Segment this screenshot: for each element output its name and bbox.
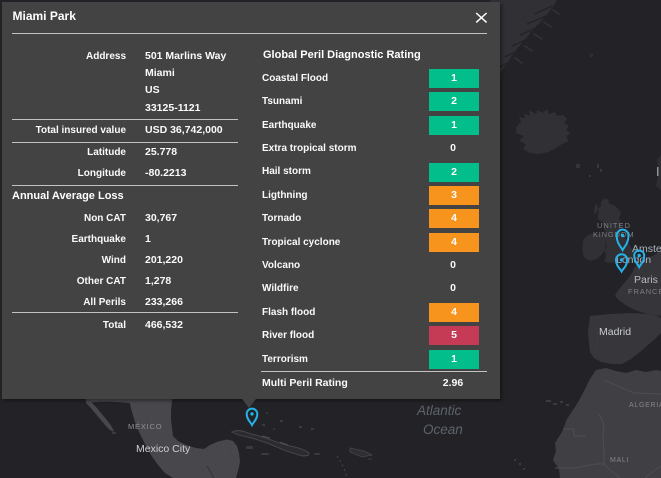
- svg-text:MÉXICO: MÉXICO: [128, 422, 162, 431]
- svg-text:UNITED: UNITED: [597, 221, 631, 230]
- svg-text:ALGERIA: ALGERIA: [629, 402, 661, 409]
- svg-text:Madrid: Madrid: [599, 326, 631, 338]
- svg-text:Mexico City: Mexico City: [136, 443, 191, 455]
- svg-text:Paris: Paris: [634, 274, 658, 286]
- svg-text:Ocean: Ocean: [423, 422, 463, 437]
- svg-text:MALI: MALI: [610, 457, 629, 464]
- svg-text:Atlantic: Atlantic: [416, 403, 462, 418]
- svg-text:FRANCE: FRANCE: [628, 287, 661, 296]
